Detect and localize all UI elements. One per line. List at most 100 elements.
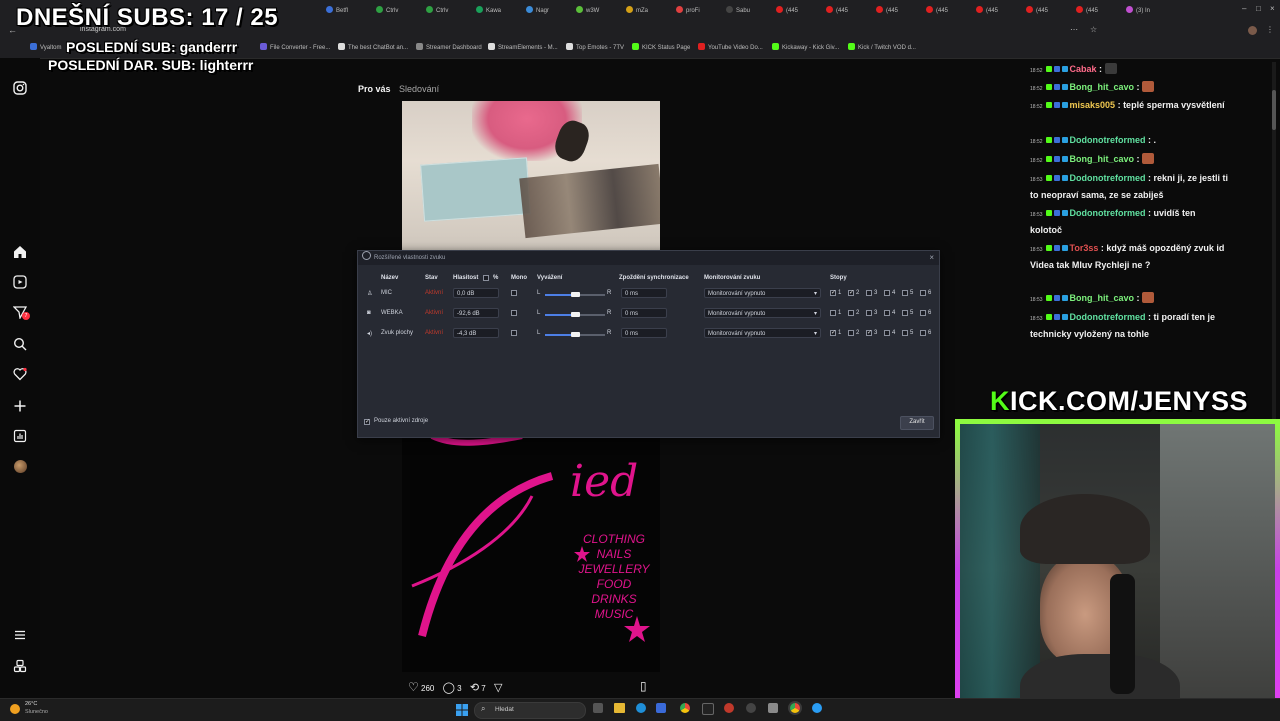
monitoring-select[interactable]: Monitorování vypnuto ▾ [704,328,821,338]
balance-knob[interactable] [571,332,580,337]
chrome-active-icon[interactable] [790,703,800,713]
balance-slider[interactable] [545,312,605,317]
bookmark-item[interactable]: Streamer Dashboard [416,43,482,51]
comment-icon[interactable]: ◯ [443,682,455,694]
browser-tab[interactable]: Betfl [326,4,370,18]
browser-tab[interactable]: Nagr [526,4,570,18]
percent-checkbox[interactable] [483,275,489,281]
browser-tab[interactable]: (445 [1076,4,1120,18]
close-window-icon[interactable]: × [1270,4,1275,13]
create-icon[interactable] [11,399,29,417]
track-checkbox[interactable] [866,290,872,296]
post-image-top[interactable] [402,101,660,251]
chat-username[interactable]: Dodonotreformed [1070,208,1146,218]
monitoring-select[interactable]: Monitorování vypnuto ▾ [704,288,821,298]
like-icon[interactable]: ♡ [408,680,419,694]
track-checkbox[interactable] [902,290,908,296]
reels-icon[interactable] [11,275,29,293]
close-icon[interactable]: × [929,251,934,265]
menu-dots-icon[interactable]: ⋮ [1266,25,1274,34]
chat-username[interactable]: Dodonotreformed [1070,312,1146,322]
windows-start-icon[interactable] [456,703,468,721]
store-icon[interactable] [656,703,666,713]
track-checkbox[interactable] [902,330,908,336]
sync-offset-spinbox[interactable]: 0 ms [621,288,667,298]
track-checkbox[interactable] [830,310,836,316]
balance-knob[interactable] [571,292,580,297]
search-icon[interactable] [11,337,29,355]
browser-tab[interactable]: (445 [1026,4,1070,18]
bookmark-item[interactable]: KICK Status Page [632,43,690,51]
post-image-poster[interactable]: ied CLOTHING NAILS JEWELLERY FOOD DRINKS… [402,436,660,672]
messages-icon[interactable]: 7 [11,305,30,323]
settings-icon[interactable] [768,703,778,713]
bookmark-item[interactable]: YouTube Video Do... [698,43,763,51]
notifications-icon[interactable] [11,367,29,385]
track-checkbox[interactable]: ✓ [848,290,854,296]
chat-username[interactable]: Cabak [1070,64,1097,74]
telegram-icon[interactable] [812,703,822,713]
track-checkbox[interactable]: ✓ [830,290,836,296]
menu-icon[interactable] [11,628,29,646]
terminal-icon[interactable] [702,703,714,715]
browser-tab[interactable]: (445 [926,4,970,18]
chat-username[interactable]: Bong_hit_cavo [1070,154,1135,164]
track-checkbox[interactable]: ✓ [866,330,872,336]
instagram-icon[interactable] [11,81,29,99]
save-icon[interactable]: ▯ [640,679,647,693]
file-explorer-icon[interactable] [614,703,625,713]
active-only-checkbox[interactable]: ✓ [364,419,370,425]
extensions-icon[interactable]: ⋯ [1070,25,1078,34]
task-view-icon[interactable] [593,703,603,713]
bookmark-item[interactable]: Kick / Twitch VOD d... [848,43,916,51]
app-icon[interactable] [724,703,734,713]
volume-spinbox[interactable]: -4,3 dB [453,328,499,338]
weather-icon[interactable] [10,704,20,714]
edge-icon[interactable] [636,703,646,713]
repost-icon[interactable]: ⟲ [470,682,479,694]
chat-username[interactable]: Tor3ss [1070,243,1099,253]
profile-avatar[interactable] [11,460,29,478]
volume-spinbox[interactable]: 0,0 dB [453,288,499,298]
browser-tab[interactable]: Ctrlv [426,4,470,18]
browser-tab[interactable]: Sabu [726,4,770,18]
track-checkbox[interactable] [902,310,908,316]
browser-tab[interactable]: (3) In [1126,4,1170,18]
browser-tab[interactable]: Kawa [476,4,520,18]
profile-avatar[interactable] [1248,26,1257,35]
monitoring-select[interactable]: Monitorování vypnuto ▾ [704,308,821,318]
track-checkbox[interactable] [866,310,872,316]
share-icon[interactable]: ▽ [494,682,502,694]
dashboard-icon[interactable] [11,429,29,447]
chat-username[interactable]: Bong_hit_cavo [1070,293,1135,303]
tab-following[interactable]: Sledování [399,84,439,94]
track-checkbox[interactable] [884,290,890,296]
bookmark-item[interactable]: File Converter - Free... [260,43,330,51]
sync-offset-spinbox[interactable]: 0 ms [621,308,667,318]
tab-for-you[interactable]: Pro vás [358,84,391,94]
bookmark-item[interactable]: StreamElements - M... [488,43,558,51]
track-checkbox[interactable] [884,330,890,336]
browser-tab[interactable]: (445 [776,4,820,18]
track-checkbox[interactable] [848,310,854,316]
browser-tab[interactable]: (445 [826,4,870,18]
bookmark-item[interactable]: Vyaltom [30,43,61,51]
track-checkbox[interactable]: ✓ [830,330,836,336]
chat-username[interactable]: misaks005 [1070,100,1116,110]
taskbar-search[interactable]: ⌕ Hledat [474,702,586,719]
maximize-icon[interactable]: □ [1256,4,1261,13]
sync-offset-spinbox[interactable]: 0 ms [621,328,667,338]
chrome-icon[interactable] [680,703,690,713]
bookmark-item[interactable]: Kickaway - Kick Giv... [772,43,839,51]
browser-tab[interactable]: w3W [576,4,620,18]
track-checkbox[interactable] [884,310,890,316]
balance-slider[interactable] [545,292,605,297]
volume-spinbox[interactable]: -92,6 dB [453,308,499,318]
mono-checkbox[interactable] [511,330,517,336]
chat-username[interactable]: Dodonotreformed [1070,135,1146,145]
browser-tab[interactable]: (445 [876,4,920,18]
browser-tab[interactable]: mZa [626,4,670,18]
bookmark-item[interactable]: The best ChatBot an... [338,43,408,51]
bookmark-item[interactable]: Top Emotes - 7TV [566,43,624,51]
browser-tab[interactable]: Ctrlv [376,4,420,18]
